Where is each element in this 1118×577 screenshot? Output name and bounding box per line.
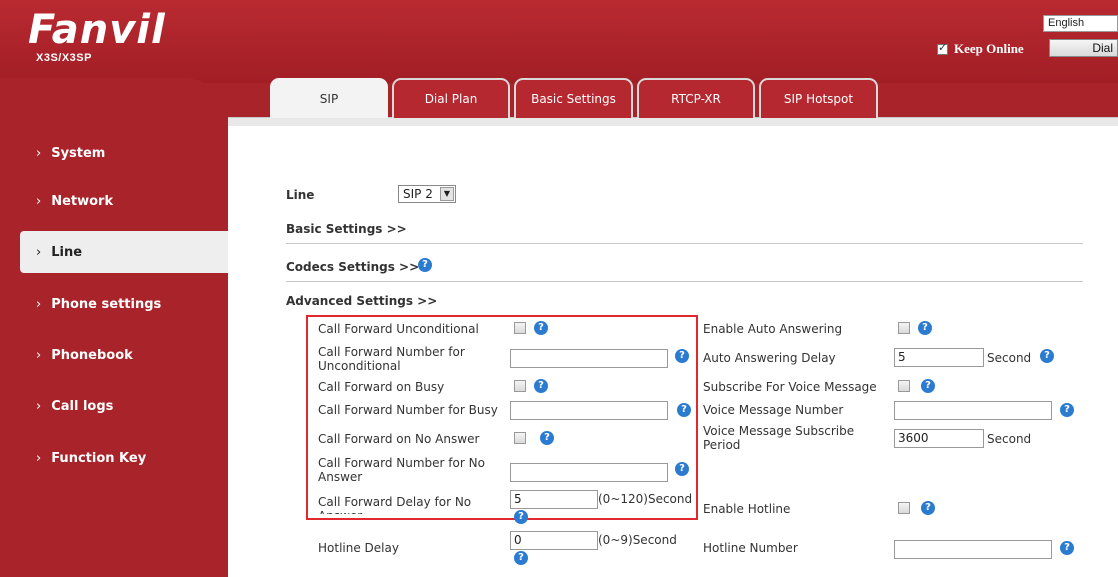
help-icon[interactable]: ?: [1060, 541, 1074, 555]
help-icon[interactable]: ?: [514, 551, 528, 565]
cf-delay-input[interactable]: 5: [510, 490, 598, 509]
cfb-number-label: Call Forward Number for Busy: [318, 403, 498, 417]
help-icon[interactable]: ?: [1040, 349, 1054, 363]
sidebar-item-label: System: [51, 145, 106, 161]
line-select-value: SIP 2: [403, 187, 433, 201]
help-icon[interactable]: ?: [534, 321, 548, 335]
fanvil-logo: Fanvil X3S/X3SP: [28, 8, 165, 70]
help-icon[interactable]: ?: [418, 258, 432, 272]
tab-sip[interactable]: SIP: [270, 78, 388, 118]
chevron-down-icon: ▼: [440, 187, 454, 201]
auto-answer-delay-unit: Second: [987, 351, 1032, 365]
help-icon[interactable]: ?: [534, 379, 548, 393]
cfna-checkbox[interactable]: [514, 432, 526, 444]
tab-sip-hotspot[interactable]: SIP Hotspot: [759, 78, 878, 118]
divider: [286, 243, 1083, 244]
chevron-right-icon: ›: [36, 296, 42, 312]
sidebar-item-label: Network: [51, 193, 114, 209]
hotline-delay-input[interactable]: 0: [510, 531, 598, 550]
sidebar-item-label: Phonebook: [51, 347, 133, 363]
help-icon[interactable]: ?: [675, 349, 689, 363]
chevron-right-icon: ›: [36, 145, 42, 161]
subscribe-vm-checkbox[interactable]: [898, 380, 910, 392]
sidebar-item-label: Call logs: [51, 398, 114, 414]
keep-online-label: Keep Online: [954, 41, 1024, 56]
help-icon[interactable]: ?: [921, 379, 935, 393]
tab-basic-settings[interactable]: Basic Settings: [514, 78, 633, 118]
auto-answer-delay-input[interactable]: 5: [894, 348, 984, 367]
chevron-right-icon: ›: [36, 347, 42, 363]
help-icon[interactable]: ?: [540, 431, 554, 445]
help-icon[interactable]: ?: [1060, 403, 1074, 417]
cfna-number-input[interactable]: [510, 463, 668, 482]
sidebar-item-network[interactable]: › Network: [0, 183, 228, 219]
chevron-right-icon: ›: [36, 244, 42, 260]
hotline-delay-label: Hotline Delay: [318, 541, 399, 555]
sidebar-item-label: Line: [51, 244, 83, 260]
tab-strip: [228, 117, 1118, 126]
sidebar-item-system[interactable]: › System: [0, 135, 228, 171]
help-icon[interactable]: ?: [677, 403, 691, 417]
help-icon[interactable]: ?: [921, 501, 935, 515]
brand-name: Fanvil: [28, 7, 166, 53]
cfna-number-label: Call Forward Number for No Answer: [318, 456, 485, 484]
help-icon[interactable]: ?: [918, 321, 932, 335]
sidebar-curve: [0, 78, 225, 118]
basic-settings-link[interactable]: Basic Settings >>: [286, 222, 407, 236]
auto-answer-delay-label: Auto Answering Delay: [703, 351, 836, 365]
codecs-settings-link[interactable]: Codecs Settings >>: [286, 260, 419, 274]
chevron-right-icon: ›: [36, 193, 42, 209]
dial-button[interactable]: Dial: [1049, 39, 1118, 57]
cfu-number-label: Call Forward Number for Unconditional: [318, 345, 465, 373]
cf-delay-hint: (0~120)Second: [598, 492, 693, 506]
hotline-delay-hint: (0~9)Second: [598, 533, 677, 547]
cfu-label: Call Forward Unconditional: [318, 322, 479, 336]
advanced-settings-link[interactable]: Advanced Settings >>: [286, 294, 437, 308]
cf-delay-label: Call Forward Delay for No Answer: [318, 495, 472, 514]
cfb-label: Call Forward on Busy: [318, 380, 445, 394]
hotline-label: Enable Hotline: [703, 502, 791, 516]
cfb-checkbox[interactable]: [514, 380, 526, 392]
tab-dial-plan[interactable]: Dial Plan: [392, 78, 510, 118]
sidebar-item-label: Phone settings: [51, 296, 162, 312]
cfb-number-input[interactable]: [510, 401, 668, 420]
sidebar-item-phonebook[interactable]: › Phonebook: [0, 337, 228, 373]
sidebar-item-line[interactable]: › Line: [20, 231, 228, 273]
vm-number-input[interactable]: [894, 401, 1052, 420]
cfna-label: Call Forward on No Answer: [318, 432, 480, 446]
vm-period-unit: Second: [987, 432, 1032, 446]
keep-online-toggle[interactable]: Keep Online: [937, 40, 1024, 58]
tab-rtcp-xr[interactable]: RTCP-XR: [637, 78, 755, 118]
help-icon[interactable]: ?: [675, 462, 689, 476]
subscribe-vm-label: Subscribe For Voice Message: [703, 380, 877, 394]
chevron-right-icon: ›: [36, 450, 42, 466]
keep-online-checkbox[interactable]: [937, 41, 948, 55]
auto-answer-checkbox[interactable]: [898, 322, 910, 334]
hotline-number-label: Hotline Number: [703, 541, 798, 555]
cfu-number-input[interactable]: [510, 349, 668, 368]
sidebar-item-phone-settings[interactable]: › Phone settings: [0, 286, 228, 322]
sidebar-item-function-key[interactable]: › Function Key: [0, 440, 228, 476]
hotline-checkbox[interactable]: [898, 502, 910, 514]
line-label: Line: [286, 188, 315, 202]
language-select[interactable]: English: [1043, 15, 1118, 32]
vm-number-label: Voice Message Number: [703, 403, 844, 417]
sidebar-item-call-logs[interactable]: › Call logs: [0, 388, 228, 424]
chevron-right-icon: ›: [36, 398, 42, 414]
sidebar-item-label: Function Key: [51, 450, 147, 466]
hotline-number-input[interactable]: [894, 540, 1052, 559]
model-name: X3S/X3SP: [36, 52, 92, 64]
header-bar: Fanvil X3S/X3SP English Keep Online Dial: [0, 0, 1118, 83]
line-select[interactable]: SIP 2 ▼: [398, 185, 456, 203]
divider: [286, 281, 1083, 282]
help-icon[interactable]: ?: [514, 510, 528, 524]
cfu-checkbox[interactable]: [514, 322, 526, 334]
vm-period-input[interactable]: 3600: [894, 429, 984, 448]
vm-period-label: Voice Message Subscribe Period: [703, 424, 855, 452]
auto-answer-label: Enable Auto Answering: [703, 322, 843, 336]
